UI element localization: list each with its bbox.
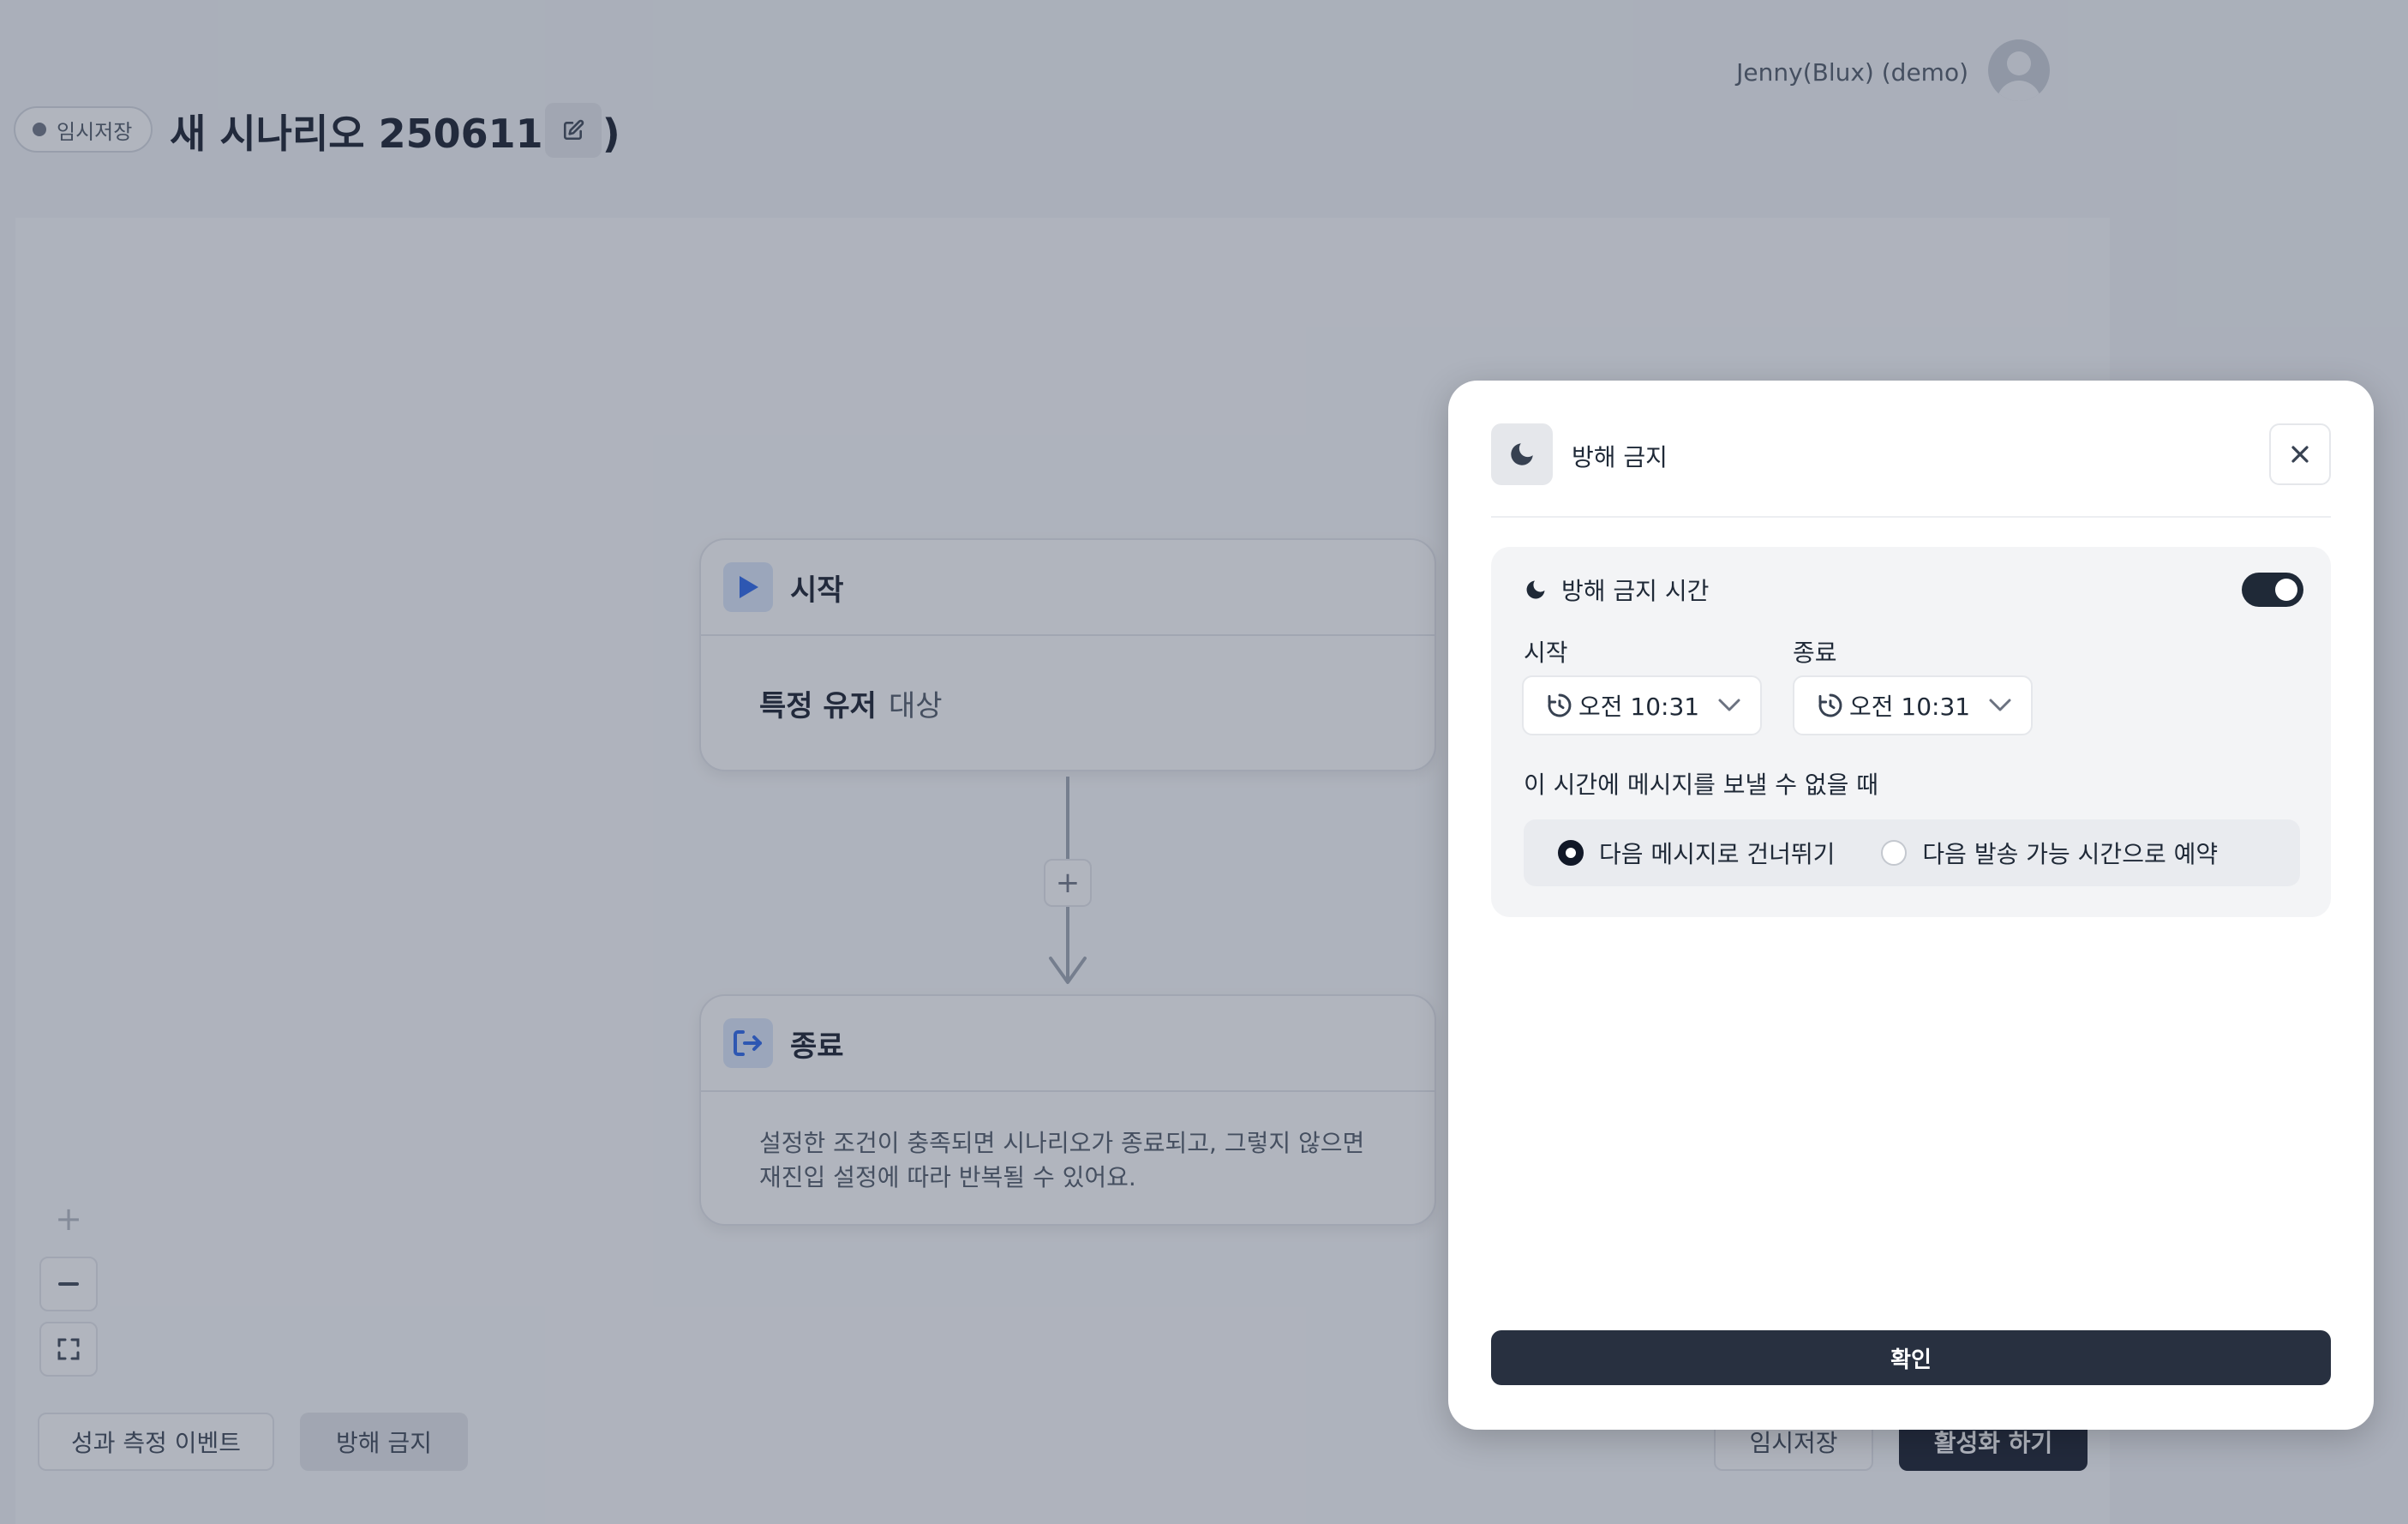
quiet-hours-card: 방해 금지 시간 시작 오전 10:31 종료 오전 10:31 이 시간에 메… [1491,547,2331,917]
do-not-disturb-panel: 방해 금지 방해 금지 시간 시작 오전 10:31 종료 오전 10:31 이… [1448,381,2374,1430]
moon-icon [1491,423,1553,485]
chevron-down-icon [1989,699,2011,711]
panel-divider [1491,516,2331,518]
close-button[interactable] [2269,423,2331,485]
panel-title: 방해 금지 [1572,443,1668,471]
radio-button[interactable] [1881,840,1908,866]
quiet-hours-label: 방해 금지 시간 [1561,577,1710,605]
radio-option-label: 다음 메시지로 건너뛰기 [1599,840,1836,868]
page: Jenny(Blux) (demo) 임시저장 새 시나리오 250611 (1… [0,0,2408,1524]
moon-icon [1526,580,1545,599]
radio-option-label: 다음 발송 가능 시간으로 예약 [1922,840,2219,868]
quiet-hours-heading: 방해 금지 시간 [1524,573,1709,607]
start-time-select[interactable]: 오전 10:31 [1522,675,1762,735]
radio-button-selected[interactable] [1558,840,1584,866]
end-time-label: 종료 [1793,639,1837,667]
end-time-select[interactable]: 오전 10:31 [1793,675,2033,735]
fallback-radio-group: 다음 메시지로 건너뛰기 다음 발송 가능 시간으로 예약 [1524,819,2300,886]
start-time-value: 오전 10:31 [1578,693,1700,721]
radio-option-skip[interactable]: 다음 메시지로 건너뛰기 [1558,836,1835,870]
confirm-button[interactable]: 확인 [1491,1330,2331,1385]
close-icon [2291,446,2309,463]
clock-icon [1818,693,1842,717]
chevron-down-icon [1718,699,1740,711]
fallback-question: 이 시간에 메시지를 보낼 수 없을 때 [1524,771,1879,799]
end-time-value: 오전 10:31 [1849,693,1971,721]
start-time-label: 시작 [1524,639,1568,667]
clock-icon [1548,693,1572,717]
quiet-hours-toggle[interactable] [2242,573,2303,607]
radio-option-schedule[interactable]: 다음 발송 가능 시간으로 예약 [1881,836,2218,870]
